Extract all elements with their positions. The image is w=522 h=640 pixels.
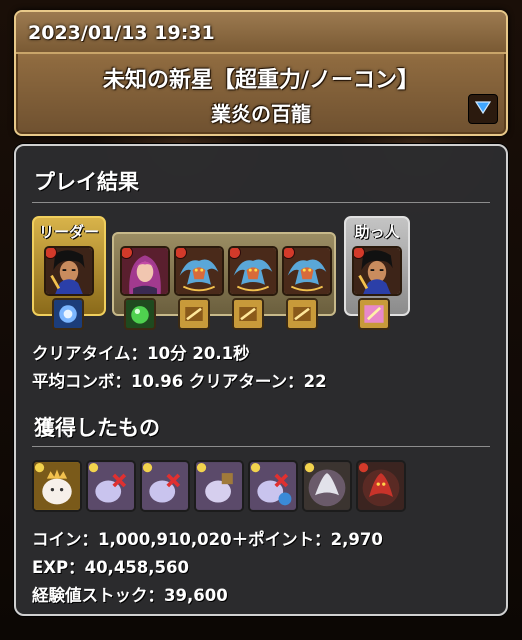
leader-assist-card[interactable] bbox=[52, 298, 84, 330]
reward-fire-dragon-icon bbox=[358, 462, 404, 510]
fire-attribute-icon bbox=[284, 248, 295, 259]
divider bbox=[32, 446, 490, 447]
helper-assist-card[interactable] bbox=[358, 298, 390, 330]
leader-label: リーダー bbox=[38, 223, 99, 241]
reward-item-1[interactable] bbox=[32, 460, 82, 512]
exp-stock: 経験値ストック：39,600 bbox=[32, 586, 228, 605]
sub-monster-card-1[interactable] bbox=[120, 246, 170, 296]
date-bar: 2023/01/13 19:31 bbox=[16, 12, 506, 54]
fire-attribute-icon bbox=[122, 248, 133, 259]
dungeon-floor-name: 業炎の百龍 bbox=[211, 102, 311, 126]
reward-silver-dragon-icon bbox=[304, 462, 350, 510]
reward-item-3[interactable] bbox=[140, 460, 190, 512]
assist-green-orb-icon bbox=[126, 300, 154, 328]
reward-item-4[interactable] bbox=[194, 460, 244, 512]
expand-button[interactable] bbox=[468, 94, 498, 124]
assist-pink-card-icon bbox=[360, 300, 388, 328]
helper-monster-card[interactable] bbox=[352, 246, 402, 296]
rewards-heading: 獲得したもの bbox=[34, 416, 160, 440]
reward-crossed-card-icon bbox=[250, 462, 296, 510]
reward-card-icon bbox=[196, 462, 242, 510]
leader-monster-card[interactable] bbox=[44, 246, 94, 296]
sub-monster-card-4[interactable] bbox=[282, 246, 332, 296]
assist-weapon-card-icon bbox=[180, 300, 208, 328]
fire-attribute-icon bbox=[176, 248, 187, 259]
sub-assist-card-4[interactable] bbox=[286, 298, 318, 330]
coin-and-points: コイン：1,000,910,020＋ポイント：2,970 bbox=[32, 530, 383, 549]
sub-monster-card-3[interactable] bbox=[228, 246, 278, 296]
fire-attribute-icon bbox=[46, 248, 57, 259]
reward-item-2[interactable] bbox=[86, 460, 136, 512]
dungeon-title: 未知の新星【超重力/ノーコン】 bbox=[102, 68, 420, 93]
chevron-down-icon bbox=[473, 97, 493, 121]
assist-weapon-card-icon bbox=[234, 300, 262, 328]
helper-label: 助っ人 bbox=[354, 223, 400, 241]
fire-attribute-icon bbox=[354, 248, 365, 259]
divider bbox=[32, 202, 490, 203]
result-panel: プレイ結果 リーダー 助っ人 クリアタイム：10分 20.1秒 平均コンボ：10… bbox=[14, 144, 508, 616]
sub-assist-card-3[interactable] bbox=[232, 298, 264, 330]
fire-attribute-icon bbox=[230, 248, 241, 259]
combo-and-turns: 平均コンボ：10.96 クリアターン：22 bbox=[32, 372, 327, 391]
dungeon-header: 2023/01/13 19:31 未知の新星【超重力/ノーコン】 業炎の百龍 bbox=[14, 10, 508, 136]
reward-item-6[interactable] bbox=[302, 460, 352, 512]
play-result-heading: プレイ結果 bbox=[34, 170, 139, 194]
reward-crossed-card-icon bbox=[88, 462, 134, 510]
sub-assist-card-1[interactable] bbox=[124, 298, 156, 330]
reward-item-5[interactable] bbox=[248, 460, 298, 512]
assist-weapon-card-icon bbox=[288, 300, 316, 328]
sub-assist-card-2[interactable] bbox=[178, 298, 210, 330]
reward-crossed-card-icon bbox=[142, 462, 188, 510]
sub-monster-card-2[interactable] bbox=[174, 246, 224, 296]
play-date: 2023/01/13 19:31 bbox=[28, 22, 215, 44]
assist-blue-beast-icon bbox=[54, 300, 82, 328]
clear-time: クリアタイム：10分 20.1秒 bbox=[32, 344, 250, 363]
reward-item-7[interactable] bbox=[356, 460, 406, 512]
exp-gained: EXP：40,458,560 bbox=[32, 558, 189, 577]
reward-tama-king-icon bbox=[34, 462, 80, 510]
